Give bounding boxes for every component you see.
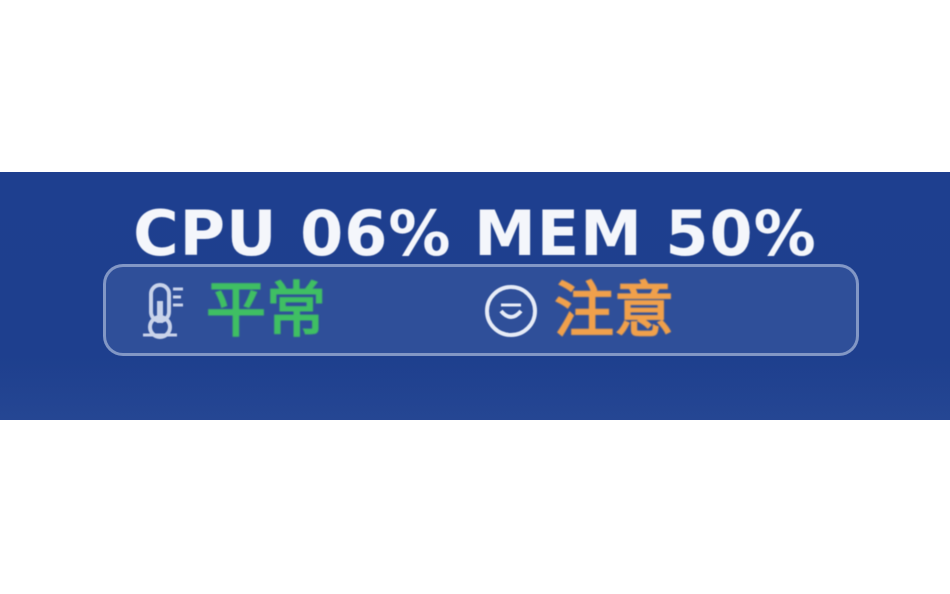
mem-label: MEM xyxy=(474,197,643,270)
status-panel: 平常 注意 xyxy=(103,264,859,356)
screen: CPU 06% MEM 50% 平常 注意 xyxy=(0,0,950,594)
mood-status-label: 注意 xyxy=(554,276,674,346)
mem-value: 50% xyxy=(665,197,817,270)
system-monitor-widget: CPU 06% MEM 50% 平常 注意 xyxy=(0,172,950,420)
smile-face-icon xyxy=(476,276,546,346)
thermometer-icon xyxy=(128,276,198,346)
temperature-status: 平常 xyxy=(128,275,326,347)
mood-status: 注意 xyxy=(476,275,674,347)
stats-readout: CPU 06% MEM 50% xyxy=(0,194,950,274)
cpu-value: 06% xyxy=(300,197,452,270)
temperature-status-label: 平常 xyxy=(206,276,326,346)
cpu-label: CPU xyxy=(133,197,278,270)
